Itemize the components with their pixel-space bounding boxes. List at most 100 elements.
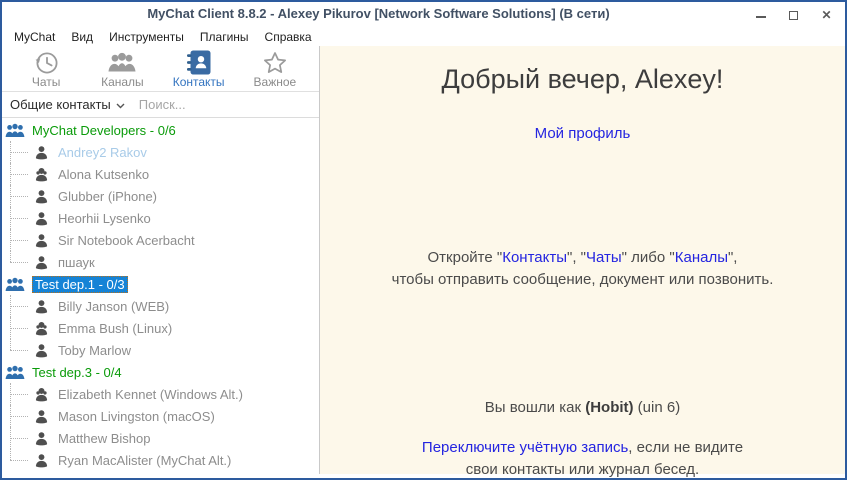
contacts-link[interactable]: Контакты	[502, 249, 567, 266]
window-controls: ✕	[744, 2, 843, 28]
tree-branch-lines	[2, 383, 28, 405]
tree-branch-lines	[2, 229, 28, 251]
menu-item-инструменты[interactable]: Инструменты	[101, 30, 192, 44]
toolbar-label-contacts: Контакты	[172, 75, 225, 89]
contact-row[interactable]: Ryan MacAlister (MyChat Alt.)	[2, 449, 319, 471]
toolbar-label-channels: Каналы	[101, 75, 144, 89]
user-male-icon	[34, 233, 49, 248]
tree-branch-lines	[2, 317, 28, 339]
welcome-panel: Добрый вечер, Alexey! Мой профиль Открой…	[320, 46, 845, 478]
contact-group-dropdown[interactable]: Общие контакты	[10, 97, 125, 112]
contact-row[interactable]: Alona Kutsenko	[2, 163, 319, 185]
search-input[interactable]	[138, 97, 315, 112]
contact-name[interactable]: Glubber (iPhone)	[58, 189, 157, 204]
contact-group-dropdown-label: Общие контакты	[10, 97, 111, 112]
user-male-icon	[34, 299, 49, 314]
contact-row[interactable]: Emma Bush (Linux)	[2, 317, 319, 339]
user-female-icon	[34, 167, 49, 182]
user-male-icon	[34, 145, 49, 160]
menu-item-справка[interactable]: Справка	[257, 30, 320, 44]
contact-name[interactable]: Sir Notebook Acerbacht	[58, 233, 195, 248]
account-name: (Hobit)	[585, 399, 634, 416]
minimize-button[interactable]	[744, 2, 777, 28]
close-icon: ✕	[821, 8, 832, 22]
group-label-selected[interactable]: Test dep.1 - 0/3	[32, 275, 128, 293]
contact-row[interactable]: Matthew Bishop	[2, 427, 319, 449]
login-status: Вы вошли как (Hobit) (uin 6)	[484, 399, 681, 416]
contact-row[interactable]: Heorhii Lysenko	[2, 207, 319, 229]
group-icon	[5, 365, 25, 380]
my-profile-link[interactable]: Мой профиль	[535, 125, 631, 142]
contact-row[interactable]: Glubber (iPhone)	[2, 185, 319, 207]
history-clock-icon	[33, 49, 60, 76]
user-male-icon	[34, 409, 49, 424]
channels-link[interactable]: Каналы	[675, 249, 728, 266]
tree-branch-lines	[2, 163, 28, 185]
menu-item-mychat[interactable]: MyChat	[6, 30, 63, 44]
group-label[interactable]: Test dep.3 - 0/4	[32, 365, 122, 380]
tree-branch-lines	[2, 339, 28, 361]
mychat-window: MyChat Client 8.8.2 - Alexey Pikurov [Ne…	[0, 0, 847, 480]
tree-branch-lines	[2, 405, 28, 427]
contact-row[interactable]: Toby Marlow	[2, 339, 319, 361]
contact-group-row[interactable]: MyChat Developers - 0/6	[2, 119, 319, 141]
toolbar-button-important[interactable]: Важное	[239, 47, 311, 91]
title-bar: MyChat Client 8.8.2 - Alexey Pikurov [Ne…	[2, 2, 845, 28]
menu-item-плагины[interactable]: Плагины	[192, 30, 257, 44]
user-male-icon	[34, 211, 49, 226]
user-female-icon	[34, 387, 49, 402]
tree-branch-lines	[2, 251, 28, 273]
minimize-icon	[755, 16, 766, 18]
contact-name[interactable]: Emma Bush (Linux)	[58, 321, 172, 336]
contact-name[interactable]: Heorhii Lysenko	[58, 211, 151, 226]
contact-name[interactable]: Toby Marlow	[58, 343, 131, 358]
tree-branch-lines	[2, 141, 28, 163]
contact-row[interactable]: Billy Janson (WEB)	[2, 295, 319, 317]
contact-name[interactable]: Andrey2 Rakov	[58, 145, 147, 160]
maximize-icon	[789, 10, 798, 20]
contact-name[interactable]: Elizabeth Kennet (Windows Alt.)	[58, 387, 243, 402]
toolbar-button-contacts[interactable]: Контакты	[163, 47, 235, 91]
contact-row[interactable]: пшаук	[2, 251, 319, 273]
tree-branch-lines	[2, 295, 28, 317]
contact-row[interactable]: Andrey2 Rakov	[2, 141, 319, 163]
contact-name[interactable]: Ryan MacAlister (MyChat Alt.)	[58, 453, 231, 468]
toolbar-label-important: Важное	[253, 75, 297, 89]
switch-account-text: Переключите учётную запись, если не види…	[320, 437, 845, 478]
contact-row[interactable]: Elizabeth Kennet (Windows Alt.)	[2, 383, 319, 405]
tree-branch-lines	[2, 185, 28, 207]
toolbar-button-channels[interactable]: Каналы	[86, 47, 158, 91]
maximize-button[interactable]	[777, 2, 810, 28]
user-male-icon	[34, 343, 49, 358]
star-icon	[262, 49, 288, 76]
hint-line2: чтобы отправить сообщение, документ или …	[391, 271, 774, 288]
contact-row[interactable]: Mason Livingston (macOS)	[2, 405, 319, 427]
switch-account-link[interactable]: Переключите учётную запись	[422, 439, 628, 456]
contact-name[interactable]: Alona Kutsenko	[58, 167, 149, 182]
toolbar-label-chats: Чаты	[31, 75, 61, 89]
user-male-icon	[34, 431, 49, 446]
contact-name[interactable]: Billy Janson (WEB)	[58, 299, 169, 314]
toolbar-button-chats[interactable]: Чаты	[10, 47, 82, 91]
chevron-down-icon	[116, 103, 125, 108]
contact-name[interactable]: пшаук	[58, 255, 95, 270]
menu-item-вид[interactable]: Вид	[63, 30, 101, 44]
left-panel: Чаты Каналы Контакты Важное Общие контакты …	[2, 46, 334, 474]
contact-row[interactable]: Sir Notebook Acerbacht	[2, 229, 319, 251]
window-title: MyChat Client 8.8.2 - Alexey Pikurov [Ne…	[147, 6, 610, 21]
group-icon	[5, 277, 25, 292]
chats-link[interactable]: Чаты	[586, 249, 622, 266]
contact-name[interactable]: Matthew Bishop	[58, 431, 151, 446]
contact-name[interactable]: Mason Livingston (macOS)	[58, 409, 215, 424]
contact-group-row[interactable]: Test dep.1 - 0/3	[2, 273, 319, 295]
tree-branch-lines	[2, 207, 28, 229]
group-icon	[5, 123, 25, 138]
greeting-heading: Добрый вечер, Alexey!	[441, 64, 724, 94]
tree-branch-lines	[2, 449, 28, 471]
group-label[interactable]: MyChat Developers - 0/6	[32, 123, 176, 138]
contact-group-row[interactable]: Test dep.3 - 0/4	[2, 361, 319, 383]
user-male-icon	[34, 255, 49, 270]
tree-branch-lines	[2, 427, 28, 449]
menu-bar: MyChat Вид Инструменты Плагины Справка	[2, 28, 845, 46]
close-button[interactable]: ✕	[810, 2, 843, 28]
